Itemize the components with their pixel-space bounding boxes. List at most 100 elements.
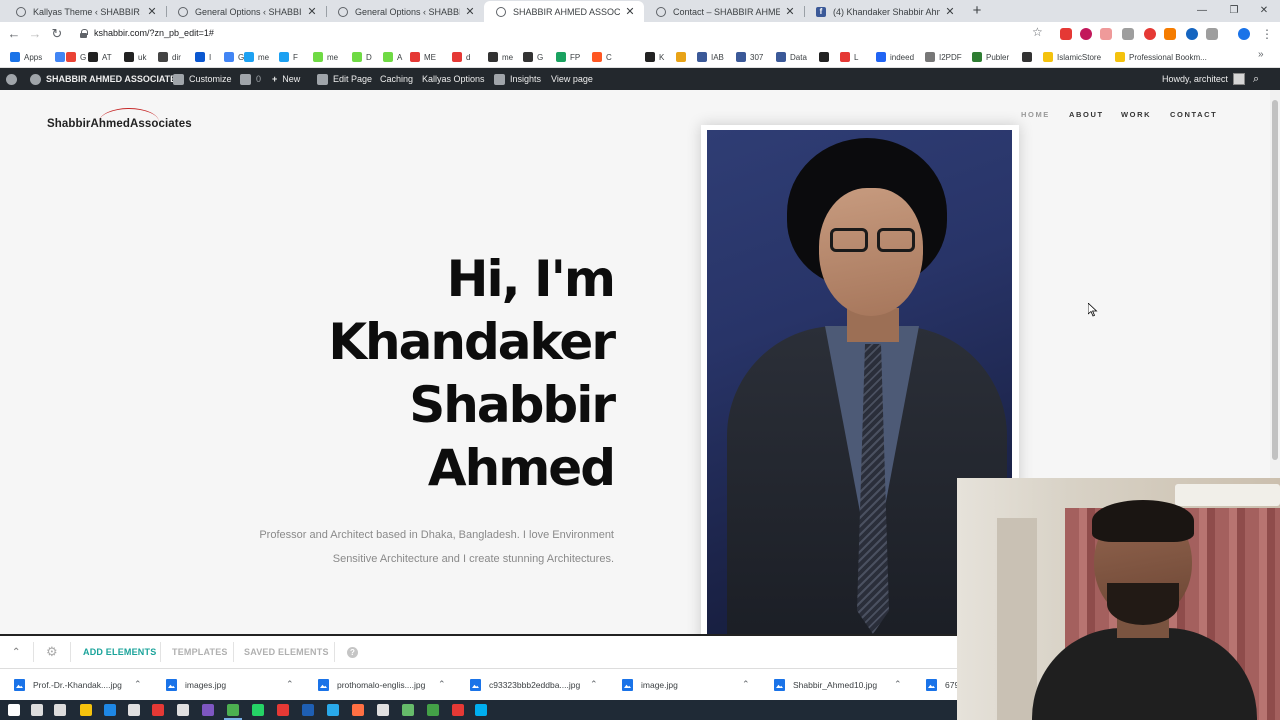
download-item[interactable]: c93323bbb2eddba....jpg xyxy=(470,669,580,701)
bookmark-item[interactable]: indeed xyxy=(876,50,914,64)
download-item[interactable]: Prof.-Dr.-Khandak....jpg xyxy=(14,669,122,701)
bookmark-item[interactable]: me xyxy=(488,50,513,64)
task-view-icon[interactable] xyxy=(54,704,66,716)
extension-translate-icon[interactable] xyxy=(1186,28,1198,40)
bookmark-item[interactable]: G xyxy=(66,50,86,64)
extension-vpn-icon[interactable] xyxy=(1238,28,1250,40)
wp-new[interactable]: + New xyxy=(272,68,300,90)
bookmark-item[interactable]: AT xyxy=(88,50,112,64)
gear-icon[interactable]: ⚙ xyxy=(46,636,58,668)
download-options-chevron-icon[interactable]: ⌃ xyxy=(438,679,446,690)
bookmarks-overflow-button[interactable]: » xyxy=(1258,49,1264,60)
app-icon[interactable] xyxy=(128,704,140,716)
search-icon[interactable] xyxy=(31,704,43,716)
forward-button[interactable]: → xyxy=(26,25,44,43)
download-options-chevron-icon[interactable]: ⌃ xyxy=(286,679,294,690)
notepad-icon[interactable] xyxy=(177,704,189,716)
nav-work[interactable]: WORK xyxy=(1121,110,1151,119)
extension-gmail-icon[interactable] xyxy=(1060,28,1072,40)
bookmark-item[interactable]: me xyxy=(313,50,338,64)
lock-icon[interactable] xyxy=(80,29,88,38)
close-icon[interactable]: ✕ xyxy=(306,5,318,18)
bookmark-item[interactable]: C xyxy=(592,50,612,64)
bookmark-item[interactable]: G xyxy=(224,50,244,64)
close-icon[interactable]: ✕ xyxy=(464,5,476,18)
browser-tab-facebook[interactable]: f (4) Khandaker Shabbir Ahmed | F ✕ xyxy=(804,1,964,22)
app-icon[interactable] xyxy=(402,704,414,716)
extension-grid-icon[interactable] xyxy=(1122,28,1134,40)
download-item[interactable]: prothomalo-englis....jpg xyxy=(318,669,425,701)
wp-site-name[interactable]: SHABBIR AHMED ASSOCIATES xyxy=(30,68,182,90)
wordpress-logo[interactable] xyxy=(6,68,22,90)
bookmark-item[interactable]: IAB xyxy=(697,50,724,64)
bookmark-item[interactable] xyxy=(1022,50,1036,64)
bookmark-item[interactable]: Apps xyxy=(10,50,42,64)
bookmark-item[interactable]: G xyxy=(523,50,543,64)
app-icon[interactable] xyxy=(452,704,464,716)
app-icon[interactable] xyxy=(152,704,164,716)
restore-button[interactable]: ❐ xyxy=(1218,0,1250,22)
app-icon[interactable] xyxy=(427,704,439,716)
bookmark-item[interactable]: me xyxy=(244,50,269,64)
url-text[interactable]: kshabbir.com/?zn_pb_edit=1# xyxy=(94,28,214,38)
visual-studio-icon[interactable] xyxy=(202,704,214,716)
app-icon[interactable] xyxy=(352,704,364,716)
browser-tab-general-options-1[interactable]: General Options ‹ SHABBIR AHMED ✕ xyxy=(166,1,326,22)
bookmark-item[interactable]: dir xyxy=(158,50,181,64)
nav-home[interactable]: HOME xyxy=(1021,110,1050,119)
file-explorer-icon[interactable] xyxy=(80,704,92,716)
chrome-icon[interactable] xyxy=(227,704,239,716)
bookmark-item[interactable]: Professional Bookm... xyxy=(1115,50,1207,64)
minimize-button[interactable]: — xyxy=(1186,0,1218,22)
browser-tab-shabbir-associates[interactable]: SHABBIR AHMED ASSOCIATES – ✕ xyxy=(484,1,644,22)
bookmark-star-icon[interactable]: ☆ xyxy=(1032,25,1043,39)
download-options-chevron-icon[interactable]: ⌃ xyxy=(742,679,750,690)
tab-saved-elements[interactable]: SAVED ELEMENTS xyxy=(244,636,329,668)
bookmark-item[interactable]: IslamicStore xyxy=(1043,50,1101,64)
wp-search[interactable]: ⌕ xyxy=(1253,68,1259,90)
close-window-button[interactable]: ✕ xyxy=(1248,0,1280,22)
bookmark-item[interactable]: Data xyxy=(776,50,807,64)
bookmark-item[interactable]: uk xyxy=(124,50,146,64)
scroll-thumb[interactable] xyxy=(1272,100,1278,460)
wp-edit-page[interactable]: Edit Page xyxy=(317,68,372,90)
site-logo[interactable]: ShabbirAhmedAssociates xyxy=(47,108,207,134)
extension-font-icon[interactable] xyxy=(1164,28,1176,40)
help-icon[interactable]: ? xyxy=(347,636,358,668)
download-item[interactable]: Shabbir_Ahmed10.jpg xyxy=(774,669,877,701)
download-options-chevron-icon[interactable]: ⌃ xyxy=(590,679,598,690)
skype-icon[interactable] xyxy=(475,704,487,716)
wp-insights[interactable]: Insights xyxy=(494,68,541,90)
tab-add-elements[interactable]: ADD ELEMENTS xyxy=(83,636,156,668)
bookmark-item[interactable]: F xyxy=(279,50,298,64)
bookmark-item[interactable]: I xyxy=(195,50,211,64)
close-icon[interactable]: ✕ xyxy=(944,5,956,18)
download-item[interactable]: images.jpg xyxy=(166,669,226,701)
close-icon[interactable]: ✕ xyxy=(146,5,158,18)
word-icon[interactable] xyxy=(302,704,314,716)
telegram-icon[interactable] xyxy=(327,704,339,716)
address-bar[interactable]: kshabbir.com/?zn_pb_edit=1# xyxy=(74,24,1059,44)
bookmark-item[interactable]: 307 xyxy=(736,50,763,64)
reload-button[interactable]: ↻ xyxy=(48,25,66,43)
bookmark-item[interactable]: A xyxy=(383,50,402,64)
new-tab-button[interactable]: + xyxy=(968,2,986,20)
close-icon[interactable]: ✕ xyxy=(624,5,636,18)
download-options-chevron-icon[interactable]: ⌃ xyxy=(894,679,902,690)
acrobat-icon[interactable] xyxy=(277,704,289,716)
bookmark-item[interactable]: K xyxy=(645,50,664,64)
bookmark-item[interactable]: d xyxy=(452,50,470,64)
collapse-chevron-icon[interactable]: ⌃ xyxy=(12,636,21,668)
tab-templates[interactable]: TEMPLATES xyxy=(172,636,228,668)
wp-customize[interactable]: Customize xyxy=(173,68,232,90)
bookmark-item[interactable]: ME xyxy=(410,50,436,64)
menu-dots-icon[interactable]: ⋮ xyxy=(1258,25,1276,43)
download-item[interactable]: image.jpg xyxy=(622,669,678,701)
store-icon[interactable] xyxy=(104,704,116,716)
extension-opera-icon[interactable] xyxy=(1144,28,1156,40)
nav-about[interactable]: ABOUT xyxy=(1069,110,1104,119)
extension-puzzle-icon[interactable] xyxy=(1100,28,1112,40)
browser-tab-general-options-2[interactable]: General Options ‹ SHABBIR AHMED ✕ xyxy=(326,1,484,22)
browser-tab-contact[interactable]: Contact – SHABBIR AHMED ASSOCIATES ✕ xyxy=(644,1,804,22)
wp-comments[interactable]: 0 xyxy=(240,68,261,90)
